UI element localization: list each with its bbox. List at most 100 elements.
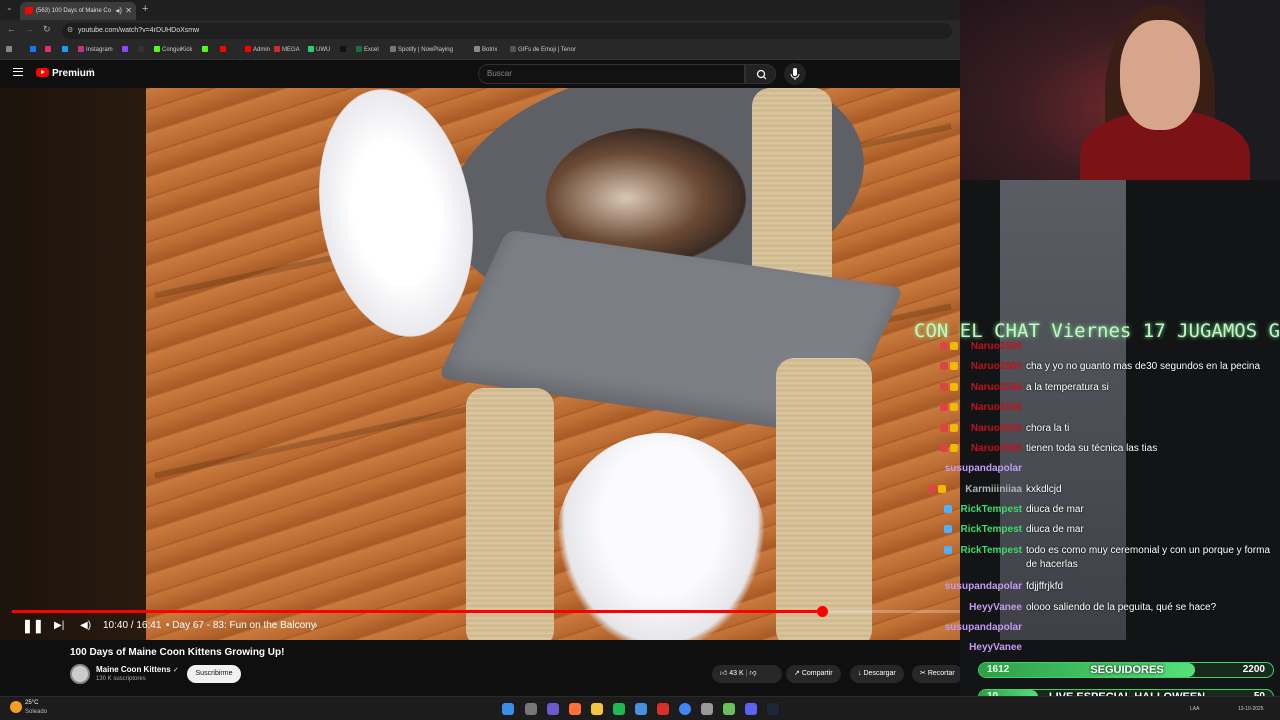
bookmark-16[interactable]: GIFs de Emoji | Tenor bbox=[510, 46, 576, 53]
chat-username[interactable]: susupandapolar bbox=[945, 580, 1022, 594]
clock-date[interactable]: 13-10-2025 bbox=[1238, 706, 1264, 712]
chat-username[interactable]: Naruo2506 bbox=[971, 401, 1022, 415]
forward-icon[interactable]: → bbox=[25, 24, 34, 34]
chat-username[interactable]: Naruo2506 bbox=[971, 340, 1022, 354]
copilot-icon[interactable] bbox=[547, 703, 559, 715]
video-player[interactable]: ❚❚ ▶| ◀) 10:40 / 16:41 • Day 67 - 83: Fu… bbox=[0, 88, 960, 640]
chat-username[interactable]: Naruo2506 bbox=[971, 442, 1022, 456]
firefox-icon[interactable] bbox=[569, 703, 581, 715]
search-button[interactable] bbox=[745, 64, 776, 84]
apps-icon[interactable] bbox=[6, 46, 14, 53]
chat-username[interactable]: Naruo2506 bbox=[971, 422, 1022, 436]
channel-avatar[interactable] bbox=[70, 664, 90, 684]
bookmark-12[interactable] bbox=[340, 46, 348, 53]
file-explorer-icon[interactable] bbox=[591, 703, 603, 715]
bookmark-3[interactable]: Instagram bbox=[78, 46, 113, 53]
browser-tab[interactable]: (563) 100 Days of Maine Co ◂) ✕ bbox=[20, 2, 136, 20]
discord-icon[interactable] bbox=[745, 703, 757, 715]
bookmark-label: Botrix bbox=[482, 47, 498, 53]
video-letterbox bbox=[0, 88, 146, 640]
video-frame[interactable] bbox=[146, 88, 960, 640]
settings-icon[interactable] bbox=[701, 703, 713, 715]
chat-username[interactable]: RickTempest bbox=[960, 544, 1022, 558]
video-info: 100 Days of Maine Coon Kittens Growing U… bbox=[0, 640, 963, 696]
bookmark-0[interactable] bbox=[30, 46, 38, 53]
chat-username[interactable]: Karmiiiniiaa bbox=[965, 483, 1022, 497]
voice-search-button[interactable] bbox=[784, 63, 806, 85]
share-button[interactable]: ↗ Compartir bbox=[786, 665, 841, 683]
chapter-chevron-icon[interactable]: › bbox=[314, 616, 317, 636]
app-icon-2[interactable] bbox=[723, 703, 735, 715]
bookmark-14[interactable]: Spotify | NowPlaying bbox=[390, 46, 453, 53]
close-tab-icon[interactable]: ✕ bbox=[125, 2, 132, 20]
like-button[interactable]: 👍︎ 43 K | 👎︎ bbox=[712, 665, 782, 683]
thumbs-down-icon[interactable]: 👎︎ bbox=[749, 670, 756, 677]
chat-username[interactable]: Naruo2506 bbox=[971, 360, 1022, 374]
steam-icon[interactable] bbox=[767, 703, 779, 715]
stream-chat: Naruo2506 Naruo2506 cha y yo no guanto mas… bbox=[920, 340, 1280, 660]
download-button[interactable]: ↓ Descargar bbox=[850, 665, 904, 683]
chrome-icon[interactable] bbox=[679, 703, 691, 715]
site-info-icon[interactable]: ⚙ bbox=[67, 23, 73, 39]
editor-icon[interactable] bbox=[635, 703, 647, 715]
clip-button[interactable]: ✂ Recortar bbox=[912, 665, 963, 683]
share-label: Compartir bbox=[801, 670, 833, 677]
chat-text: fdjjffrjkfd bbox=[1026, 581, 1064, 592]
speaker-icon[interactable]: ◂) bbox=[115, 2, 122, 20]
chat-text: chora la ti bbox=[1026, 423, 1070, 434]
chat-username[interactable]: RickTempest bbox=[960, 503, 1022, 517]
followers-goal-bar: 1612 SEGUIDORES 2200 bbox=[978, 662, 1274, 678]
search-input[interactable]: Buscar bbox=[478, 64, 745, 84]
menu-icon[interactable] bbox=[13, 68, 23, 76]
subscribe-button[interactable]: Suscribirme bbox=[187, 665, 241, 683]
white-kitten bbox=[556, 433, 766, 640]
language-indicator[interactable]: LAA bbox=[1190, 706, 1199, 712]
chat-username[interactable]: RickTempest bbox=[960, 523, 1022, 537]
chat-username[interactable]: HeyyVanee bbox=[969, 601, 1022, 615]
bookmark-15[interactable]: Botrix bbox=[474, 46, 497, 53]
bookmark-10[interactable]: MEGA bbox=[274, 46, 300, 53]
chapter-title[interactable]: • Day 67 - 83: Fun on the Balcony bbox=[166, 616, 316, 636]
back-icon[interactable]: ← bbox=[7, 24, 16, 34]
address-bar[interactable]: ⚙ youtube.com/watch?v=4rDUHDoXsmw bbox=[62, 23, 952, 39]
bookmark-8[interactable] bbox=[220, 46, 228, 53]
bookmark-11[interactable]: UWU bbox=[308, 46, 330, 53]
bookmark-6[interactable]: ConguiKick bbox=[154, 46, 192, 53]
tab-list-icon[interactable]: ⌄ bbox=[6, 3, 13, 12]
bookmark-label: ConguiKick bbox=[162, 47, 193, 53]
weather-icon[interactable] bbox=[10, 701, 22, 713]
spotify-icon[interactable] bbox=[613, 703, 625, 715]
like-count: 43 K bbox=[729, 670, 744, 677]
progress-scrubber[interactable] bbox=[817, 606, 828, 617]
start-icon[interactable] bbox=[502, 703, 514, 715]
video-title: 100 Days of Maine Coon Kittens Growing U… bbox=[70, 647, 285, 658]
chat-username[interactable]: Naruo2506 bbox=[971, 381, 1022, 395]
chat-username[interactable]: susupandapolar bbox=[945, 462, 1022, 476]
bookmark-5[interactable] bbox=[138, 46, 146, 53]
youtube-logo-icon[interactable] bbox=[36, 68, 49, 77]
bookmark-4[interactable] bbox=[122, 46, 130, 53]
bookmark-7[interactable] bbox=[202, 46, 210, 53]
weather-temp: 25°C bbox=[25, 700, 39, 706]
pause-icon[interactable]: ❚❚ bbox=[22, 616, 44, 636]
bookmark-favicon-icon bbox=[154, 46, 160, 52]
reload-icon[interactable]: ↻ bbox=[43, 24, 51, 35]
app-icon[interactable] bbox=[657, 703, 669, 715]
next-icon[interactable]: ▶| bbox=[54, 616, 64, 636]
search-taskbar-icon[interactable] bbox=[525, 703, 537, 715]
bookmark-9[interactable]: Admin bbox=[245, 46, 270, 53]
bookmark-13[interactable]: Excel bbox=[356, 46, 379, 53]
bookmark-2[interactable] bbox=[62, 46, 70, 53]
stream-goal-bars: 1612 SEGUIDORES 2200 10 LIVE ESPECIAL HA… bbox=[978, 660, 1278, 705]
channel-name[interactable]: Maine Coon Kittens ✓ bbox=[96, 665, 179, 674]
bookmark-1[interactable] bbox=[45, 46, 53, 53]
time-display: 10:40 / 16:41 bbox=[103, 620, 162, 631]
bookmark-favicon-icon bbox=[122, 46, 128, 52]
bookmark-favicon-icon bbox=[356, 46, 362, 52]
chat-badge-icon bbox=[950, 403, 958, 411]
chat-username[interactable]: HeyyVanee bbox=[969, 641, 1022, 655]
bookmark-favicon-icon bbox=[62, 46, 68, 52]
volume-icon[interactable]: ◀) bbox=[80, 616, 91, 636]
chat-username[interactable]: susupandapolar bbox=[945, 621, 1022, 635]
new-tab-button[interactable]: + bbox=[142, 3, 148, 15]
